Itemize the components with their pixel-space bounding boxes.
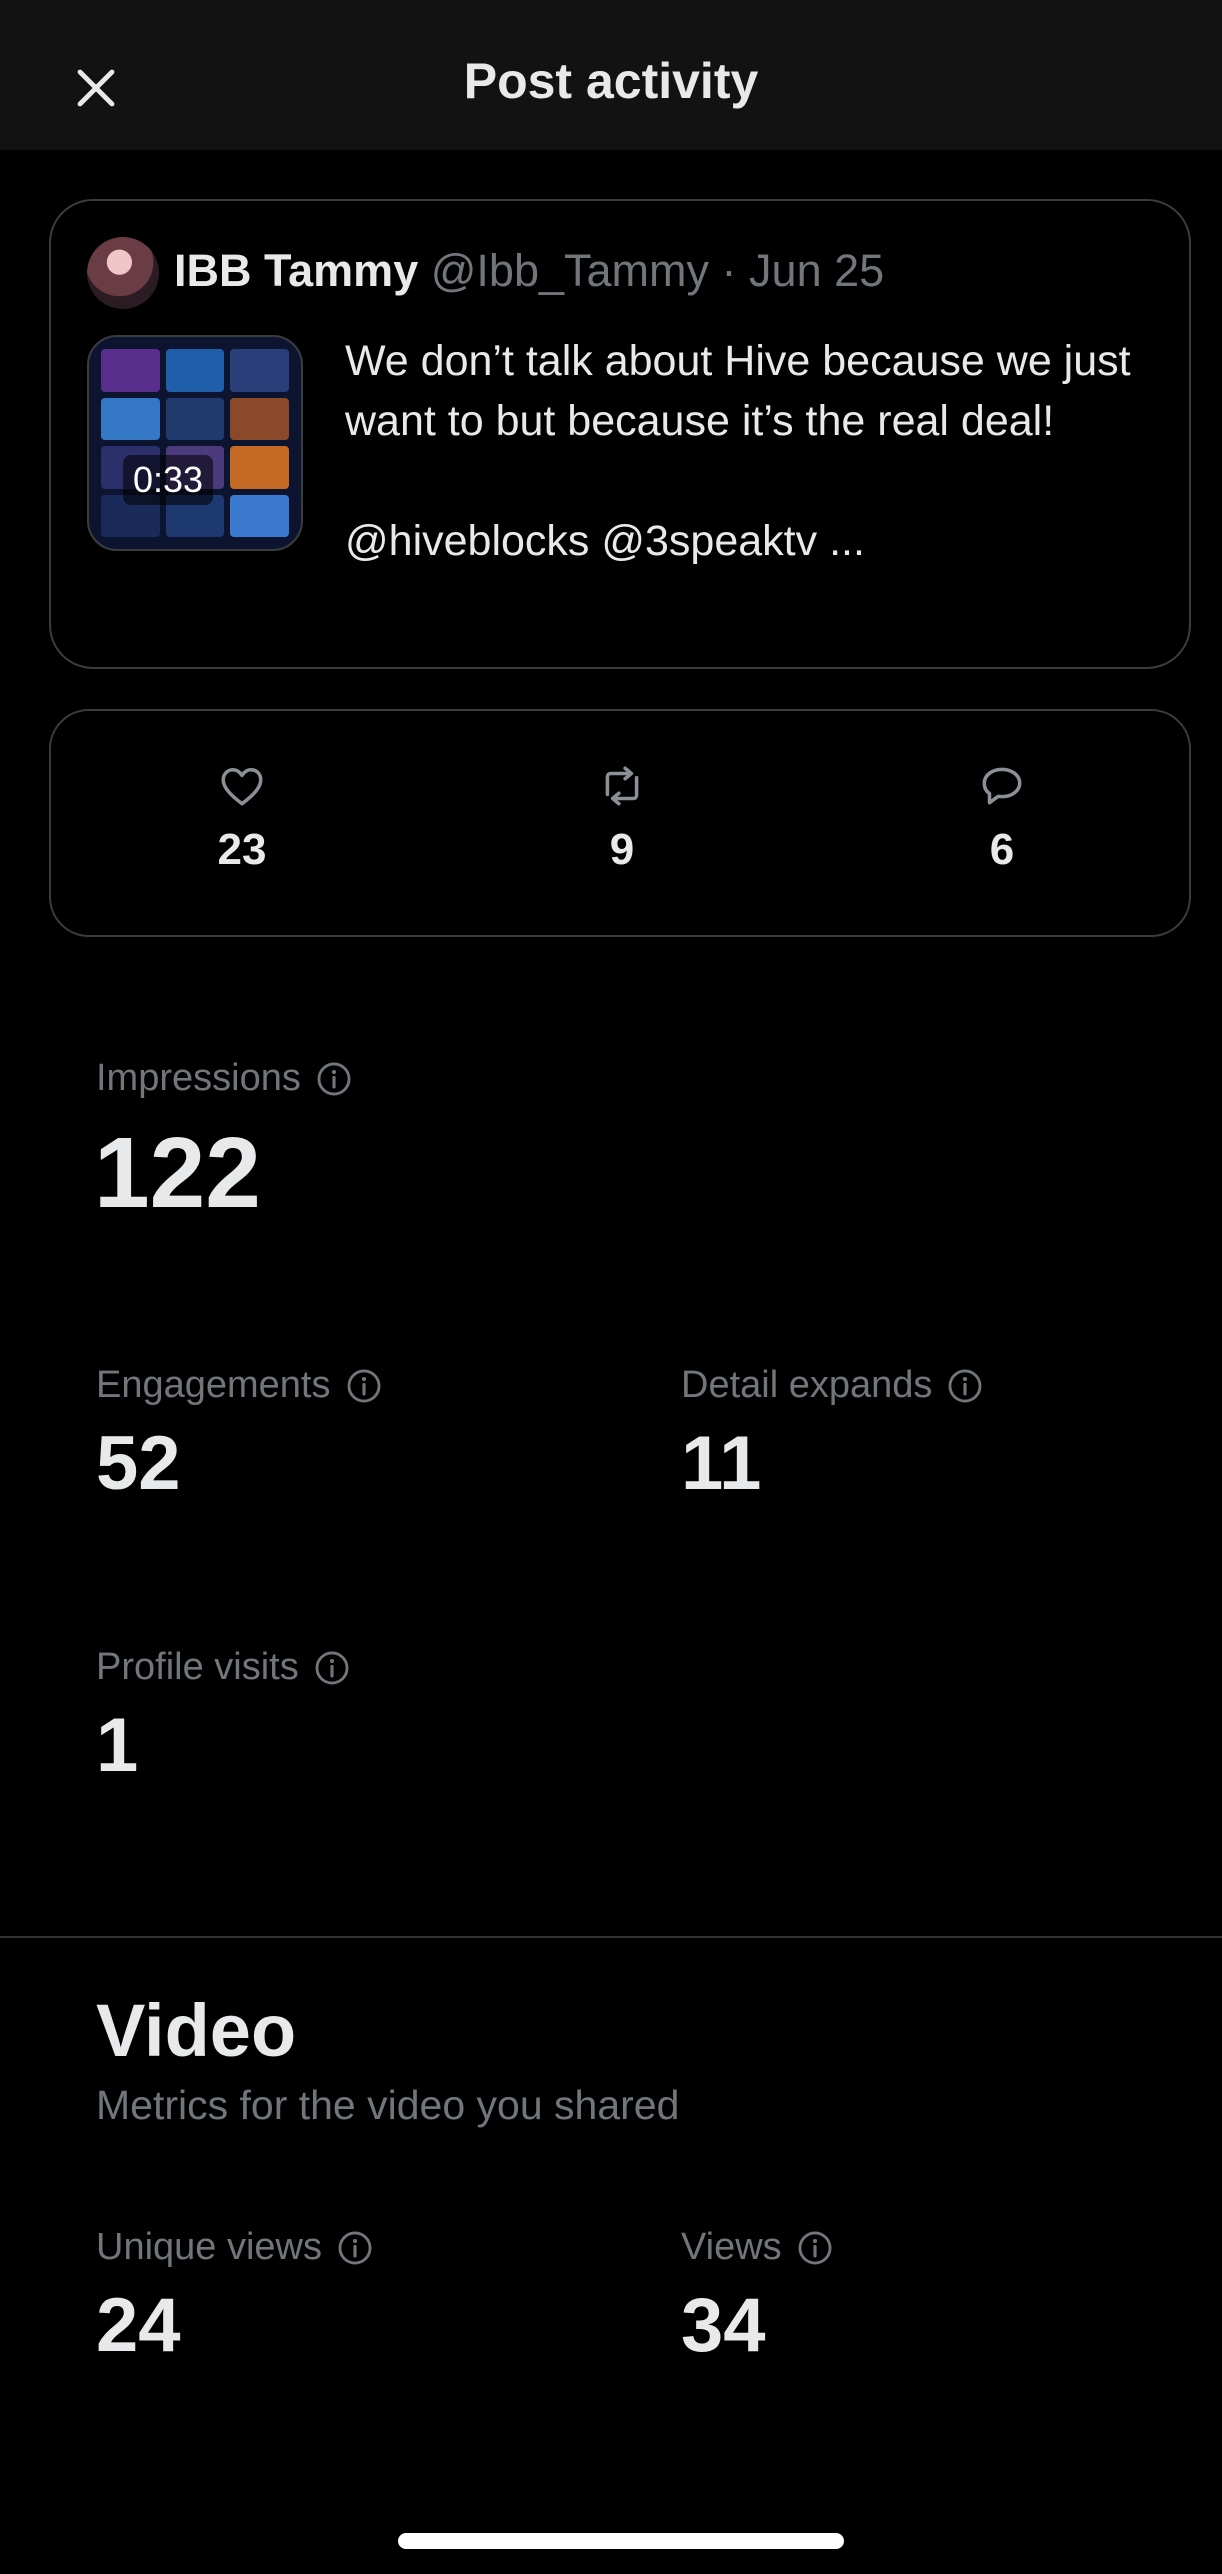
detail-expands-label-row: Detail expands	[681, 1364, 984, 1407]
engagements-label-row: Engagements	[96, 1364, 383, 1407]
replies-count: 6	[989, 825, 1015, 874]
engagements-value: 52	[96, 1421, 181, 1506]
post-header: IBB Tammy @Ibb_Tammy · Jun 25	[174, 245, 884, 297]
profile-visits-label-row: Profile visits	[96, 1646, 351, 1689]
author-handle: @Ibb_Tammy	[430, 245, 710, 296]
info-icon[interactable]	[796, 2229, 834, 2267]
impressions-label-row: Impressions	[96, 1057, 353, 1100]
views-value: 34	[681, 2283, 766, 2368]
info-icon[interactable]	[313, 1649, 351, 1687]
post-body: We don’t talk about Hive because we just…	[345, 337, 1131, 445]
reposts-stat[interactable]: 9	[532, 761, 712, 875]
post-text: We don’t talk about Hive because we just…	[345, 331, 1145, 571]
info-icon[interactable]	[946, 1367, 984, 1405]
post-date: Jun 25	[749, 245, 885, 296]
unique-views-label: Unique views	[96, 2226, 322, 2268]
separator-dot: ·	[721, 245, 737, 296]
reposts-count: 9	[609, 825, 635, 874]
impressions-value: 122	[94, 1117, 261, 1229]
video-duration: 0:33	[123, 455, 214, 505]
unique-views-label-row: Unique views	[96, 2226, 374, 2269]
video-section-title: Video	[96, 1989, 297, 2072]
detail-expands-value: 11	[681, 1421, 762, 1506]
reply-icon	[982, 767, 1022, 805]
profile-visits-value: 1	[96, 1703, 139, 1788]
unique-views-value: 24	[96, 2283, 181, 2368]
engagements-label: Engagements	[96, 1364, 331, 1406]
likes-count: 23	[217, 825, 267, 874]
section-divider	[0, 1936, 1222, 1938]
home-indicator[interactable]	[398, 2533, 844, 2549]
info-icon[interactable]	[336, 2229, 374, 2267]
detail-expands-label: Detail expands	[681, 1364, 933, 1406]
video-section-subtitle: Metrics for the video you shared	[96, 2082, 680, 2128]
post-mentions[interactable]: @hiveblocks @3speaktv ...	[345, 511, 1145, 571]
header-bar: Post activity	[0, 0, 1222, 150]
post-card[interactable]: IBB Tammy @Ibb_Tammy · Jun 25 0:33 We do…	[49, 199, 1191, 669]
video-thumbnail[interactable]: 0:33	[87, 335, 303, 551]
impressions-label: Impressions	[96, 1057, 301, 1099]
views-label: Views	[681, 2226, 782, 2268]
info-icon[interactable]	[345, 1367, 383, 1405]
engagement-stats-card: 23 9 6	[49, 709, 1191, 937]
avatar[interactable]	[87, 237, 159, 309]
author-name[interactable]: IBB Tammy	[174, 245, 418, 296]
views-label-row: Views	[681, 2226, 834, 2269]
page-title: Post activity	[463, 53, 759, 109]
thumbnail-image	[89, 337, 301, 549]
heart-icon	[221, 767, 263, 806]
repost-icon	[605, 766, 639, 806]
info-icon[interactable]	[315, 1060, 353, 1098]
likes-stat[interactable]: 23	[152, 761, 332, 875]
profile-visits-label: Profile visits	[96, 1646, 299, 1688]
replies-stat[interactable]: 6	[912, 761, 1092, 875]
